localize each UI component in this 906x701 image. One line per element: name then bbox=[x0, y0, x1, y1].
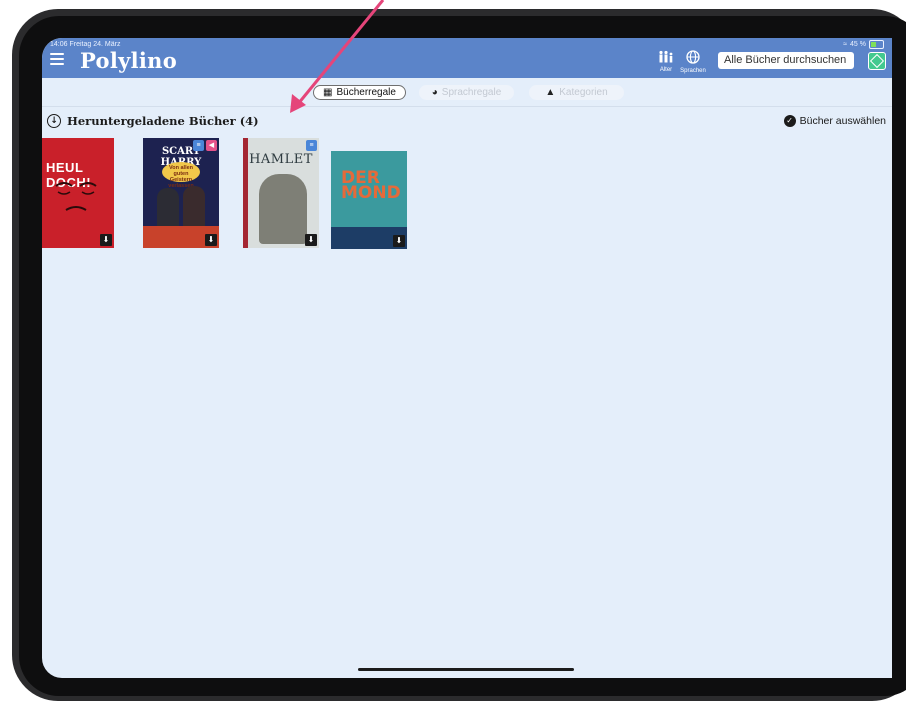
annotation-arrow-icon bbox=[290, 0, 385, 113]
